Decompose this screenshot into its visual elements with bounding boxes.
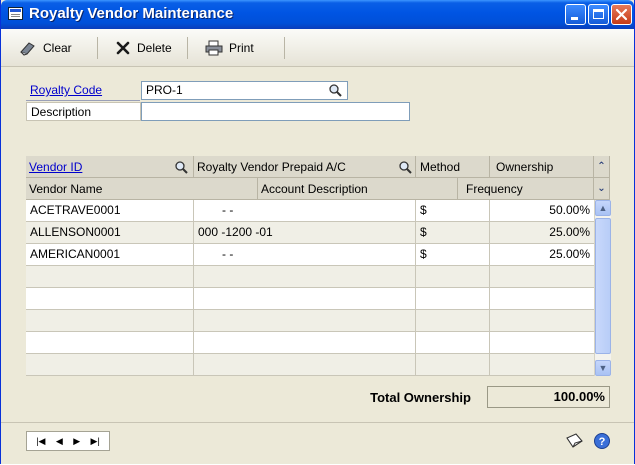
table-row[interactable] [26,354,594,376]
method-cell[interactable] [416,266,490,288]
vertical-scrollbar[interactable]: ▲ ▼ [594,200,611,376]
method-cell[interactable]: $ [416,222,490,244]
ownership-cell[interactable]: 50.00% [490,200,594,222]
window-app-icon [8,7,23,20]
scroll-up-button[interactable]: ▲ [595,200,611,216]
maximize-button[interactable] [588,4,609,25]
printer-icon [205,40,223,56]
table-row[interactable] [26,332,594,354]
vendor-id-cell[interactable]: AMERICAN0001 [26,244,194,266]
scroll-down-arrow-icon: ▼ [598,363,608,373]
table-row[interactable]: ALLENSON0001 000 -1200 -01 $ 25.00% [26,222,594,244]
method-cell[interactable] [416,332,490,354]
prepaid-ac-cell[interactable]: 000 -1200 -01 [194,222,416,244]
vendor-name-column-header: Vendor Name [26,178,258,200]
double-chevron-up-icon: ⌃ [597,161,606,172]
prepaid-ac-cell[interactable] [194,310,416,332]
last-record-icon[interactable]: ▶| [91,436,100,447]
total-ownership-value: 100.00% [487,386,610,408]
method-column-header: Method [416,156,490,178]
table-row[interactable] [26,310,594,332]
next-record-icon[interactable]: ▶ [73,436,80,447]
title-bar[interactable]: Royalty Vendor Maintenance [1,0,634,29]
royalty-code-value: PRO-1 [146,83,183,97]
print-label: Print [229,41,254,55]
minimize-button[interactable] [565,4,586,25]
status-bar: |◀ ◀ ▶ ▶| ? [1,422,634,464]
toolbar: Clear Delete Print [1,29,634,67]
svg-text:?: ? [599,436,606,448]
record-navigation: |◀ ◀ ▶ ▶| [26,431,110,451]
royalty-code-input[interactable]: PRO-1 [141,81,348,100]
method-cell[interactable]: $ [416,244,490,266]
minimize-icon [571,17,578,20]
table-row[interactable] [26,288,594,310]
royalty-code-label[interactable]: Royalty Code [26,81,141,100]
expand-rows-button[interactable]: ⌄ [594,178,610,200]
prepaid-ac-cell[interactable] [194,288,416,310]
vendor-id-cell[interactable]: ALLENSON0001 [26,222,194,244]
collapse-rows-button[interactable]: ⌃ [594,156,610,178]
ownership-column-header: Ownership [490,156,594,178]
clear-button[interactable]: Clear [19,39,72,57]
method-cell[interactable] [416,354,490,376]
window-title: Royalty Vendor Maintenance [29,5,234,22]
ownership-cell[interactable]: 25.00% [490,222,594,244]
clear-label: Clear [43,41,72,55]
prepaid-ac-column-header: Royalty Vendor Prepaid A/C [194,156,416,178]
vendor-id-lookup-icon[interactable] [174,160,188,174]
method-cell[interactable] [416,310,490,332]
prepaid-ac-lookup-icon[interactable] [398,160,412,174]
method-cell[interactable] [416,288,490,310]
delete-button[interactable]: Delete [115,39,172,57]
scroll-up-arrow-icon: ▲ [598,203,608,213]
royalty-vendor-maintenance-window: Royalty Vendor Maintenance Clear Delete … [0,0,635,464]
vendor-id-cell[interactable] [26,310,194,332]
previous-record-icon[interactable]: ◀ [56,436,63,447]
print-button[interactable]: Print [205,39,254,57]
vendor-id-cell[interactable] [26,332,194,354]
toolbar-separator [187,37,188,59]
frequency-column-header: Frequency [458,178,594,200]
method-cell[interactable]: $ [416,200,490,222]
ownership-cell[interactable]: 25.00% [490,244,594,266]
toolbar-separator [97,37,98,59]
delete-label: Delete [137,41,172,55]
description-input[interactable] [141,102,410,121]
account-description-column-header: Account Description [258,178,458,200]
table-row[interactable]: ACETRAVE0001 - - $ 50.00% [26,200,594,222]
vendor-id-column-header[interactable]: Vendor ID [26,156,194,178]
description-label: Description [26,102,141,121]
close-button[interactable] [611,4,632,25]
toolbar-separator [284,37,285,59]
prepaid-ac-cell[interactable]: - - [194,200,416,222]
prepaid-ac-cell[interactable]: - - [194,244,416,266]
vendor-id-cell[interactable] [26,354,194,376]
note-icon[interactable] [564,432,584,450]
vendor-id-cell[interactable] [26,266,194,288]
vendor-id-cell[interactable]: ACETRAVE0001 [26,200,194,222]
double-chevron-down-icon: ⌄ [597,183,606,194]
vendor-id-cell[interactable] [26,288,194,310]
first-record-icon[interactable]: |◀ [36,436,45,447]
royalty-code-lookup-icon[interactable] [328,83,342,97]
table-row[interactable]: AMERICAN0001 - - $ 25.00% [26,244,594,266]
maximize-icon [593,9,604,19]
scrollbar-thumb[interactable] [595,218,611,354]
table-row[interactable] [26,266,594,288]
scroll-down-button[interactable]: ▼ [595,360,611,376]
eraser-icon [20,42,35,56]
prepaid-ac-cell[interactable] [194,332,416,354]
total-ownership-label: Total Ownership [370,390,471,405]
delete-x-icon [116,41,130,55]
label-underline-divider [26,100,140,101]
prepaid-ac-cell[interactable] [194,266,416,288]
prepaid-ac-cell[interactable] [194,354,416,376]
help-icon[interactable]: ? [593,432,611,450]
close-icon [615,8,628,21]
